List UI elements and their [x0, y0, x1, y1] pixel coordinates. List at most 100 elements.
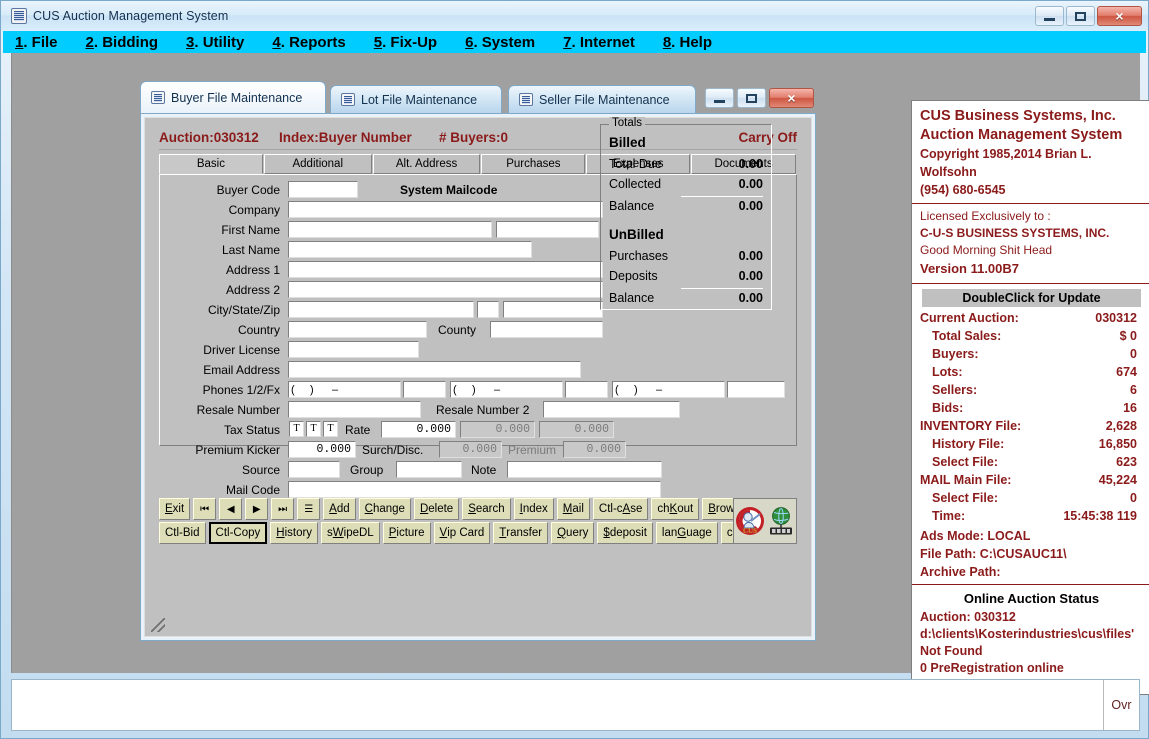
- country-input[interactable]: [288, 321, 427, 338]
- address-1-input[interactable]: [288, 261, 603, 278]
- child-minimize-button[interactable]: [705, 88, 734, 108]
- phone-1-ext-input[interactable]: [403, 381, 446, 398]
- ctl-case-button[interactable]: Ctl-cAse: [593, 498, 648, 520]
- first-name-input[interactable]: [288, 221, 492, 238]
- unbilled-divider: [681, 288, 763, 289]
- fax-input[interactable]: [612, 381, 725, 398]
- last-name-input[interactable]: [288, 241, 532, 258]
- toolbar: Exit⏮◀▶⏭☰AddChangeDeleteSearchIndexMailC…: [159, 498, 797, 546]
- deposit-button[interactable]: $deposit: [597, 522, 653, 544]
- child-maximize-button[interactable]: [737, 88, 766, 108]
- nav-3-button[interactable]: ▶: [245, 498, 268, 520]
- subtab-alt-address[interactable]: Alt. Address: [373, 154, 481, 174]
- county-input[interactable]: [490, 321, 603, 338]
- zip-input[interactable]: [503, 301, 603, 318]
- chkout-button[interactable]: chKout: [651, 498, 699, 520]
- add-button[interactable]: Add: [323, 498, 355, 520]
- transfer-button[interactable]: Transfer: [493, 522, 548, 544]
- phone-2-ext-input[interactable]: [565, 381, 608, 398]
- nav-4-button[interactable]: ⏭: [271, 498, 294, 520]
- tax-status-checkbox-3[interactable]: T: [323, 421, 338, 437]
- online-auction-number: Auction: 030312: [920, 609, 1143, 626]
- purchases-label: Purchases: [609, 249, 668, 263]
- menu-item-utility[interactable]: 3. Utility: [186, 34, 244, 51]
- premium-kicker-input[interactable]: [288, 441, 356, 458]
- delete-button[interactable]: Delete: [414, 498, 459, 520]
- email-address-input[interactable]: [288, 361, 581, 378]
- subtab-purchases[interactable]: Purchases: [481, 154, 585, 174]
- exit-button[interactable]: Exit: [159, 498, 190, 520]
- note-input[interactable]: [507, 461, 662, 478]
- query-button[interactable]: Query: [551, 522, 594, 544]
- change-button[interactable]: Change: [359, 498, 411, 520]
- menu-item-internet[interactable]: 7. Internet: [563, 34, 635, 51]
- total-due-label: Total Due: [609, 157, 662, 171]
- swipedl-button[interactable]: sWipeDL: [321, 522, 380, 544]
- status-bar: Ovr: [11, 679, 1140, 731]
- driver-license-input[interactable]: [288, 341, 419, 358]
- nav-2-button[interactable]: ◀: [219, 498, 242, 520]
- rate-input[interactable]: [381, 421, 456, 438]
- menu-item-fixup[interactable]: 5. Fix-Up: [374, 34, 437, 51]
- tax-status-checkbox-2[interactable]: T: [306, 421, 321, 437]
- nav-1-button[interactable]: ⏮: [193, 498, 216, 520]
- menu-label: . Reports: [281, 34, 346, 51]
- buyer-code-input[interactable]: [288, 181, 358, 198]
- menu-item-file[interactable]: 1. File: [15, 34, 58, 51]
- label-source: Source: [160, 461, 280, 480]
- nav-5-button[interactable]: ☰: [297, 498, 320, 520]
- ctl-bid-button[interactable]: Ctl-Bid: [159, 522, 206, 544]
- group-input[interactable]: [396, 461, 462, 478]
- child-close-button[interactable]: ×: [769, 88, 814, 108]
- source-input[interactable]: [288, 461, 340, 478]
- search-button[interactable]: Search: [462, 498, 510, 520]
- resale-number-input[interactable]: [288, 401, 421, 418]
- subtab-basic[interactable]: Basic: [159, 154, 263, 174]
- language-button[interactable]: lanGuage: [656, 522, 718, 544]
- tab-lot-file-maintenance[interactable]: Lot File Maintenance: [330, 85, 502, 113]
- stat-label: Total Sales:: [932, 329, 1001, 343]
- stat-row: Current Auction:030312: [920, 311, 1143, 329]
- label-last-name: Last Name: [160, 241, 280, 260]
- menu-item-help[interactable]: 8. Help: [663, 34, 712, 51]
- tab-buyer-file-maintenance[interactable]: Buyer File Maintenance: [140, 81, 326, 113]
- mail-button[interactable]: Mail: [557, 498, 590, 520]
- stat-value: 0: [1130, 491, 1137, 505]
- vip-card-button[interactable]: Vip Card: [434, 522, 491, 544]
- phone-1-input[interactable]: [288, 381, 401, 398]
- menu-bar: 1. File 2. Bidding 3. Utility 4. Reports…: [3, 31, 1146, 53]
- phone-2-input[interactable]: [450, 381, 563, 398]
- close-icon: ×: [1115, 9, 1123, 23]
- licensed-to-label: Licensed Exclusively to :: [920, 208, 1143, 225]
- resize-grip[interactable]: [151, 618, 165, 632]
- ctl-copy-button[interactable]: Ctl-Copy: [209, 522, 268, 544]
- stat-row: Sellers:6: [920, 383, 1143, 401]
- tab-seller-file-maintenance[interactable]: Seller File Maintenance: [508, 85, 696, 113]
- subtab-additional[interactable]: Additional: [264, 154, 372, 174]
- index-button[interactable]: Index: [514, 498, 554, 520]
- maximize-button[interactable]: [1066, 6, 1095, 26]
- menu-item-bidding[interactable]: 2. Bidding: [86, 34, 159, 51]
- update-button[interactable]: DoubleClick for Update: [922, 289, 1141, 307]
- toolbar-row-2: Ctl-BidCtl-CopyHistorysWipeDLPictureVip …: [159, 522, 763, 544]
- state-input[interactable]: [477, 301, 499, 318]
- stat-value: 16,850: [1099, 437, 1137, 451]
- resale-number-2-input[interactable]: [543, 401, 680, 418]
- menu-label: . Fix-Up: [382, 34, 437, 51]
- menu-item-reports[interactable]: 4. Reports: [272, 34, 345, 51]
- first-name-extra-input[interactable]: [496, 221, 599, 238]
- close-button[interactable]: ×: [1097, 6, 1142, 26]
- picture-button[interactable]: Picture: [383, 522, 431, 544]
- tax-status-checkbox-1[interactable]: T: [289, 421, 304, 437]
- city-input[interactable]: [288, 301, 474, 318]
- company-input[interactable]: [288, 201, 603, 218]
- mail-code-input[interactable]: [288, 481, 661, 498]
- minimize-button[interactable]: [1035, 6, 1064, 26]
- history-button[interactable]: History: [270, 522, 318, 544]
- totals-group-title: Totals: [609, 117, 645, 129]
- address-2-input[interactable]: [288, 281, 603, 298]
- stat-row: Buyers:0: [920, 347, 1143, 365]
- menu-item-system[interactable]: 6. System: [465, 34, 535, 51]
- header-auction: Auction:030312: [159, 130, 259, 145]
- fax-ext-input[interactable]: [727, 381, 785, 398]
